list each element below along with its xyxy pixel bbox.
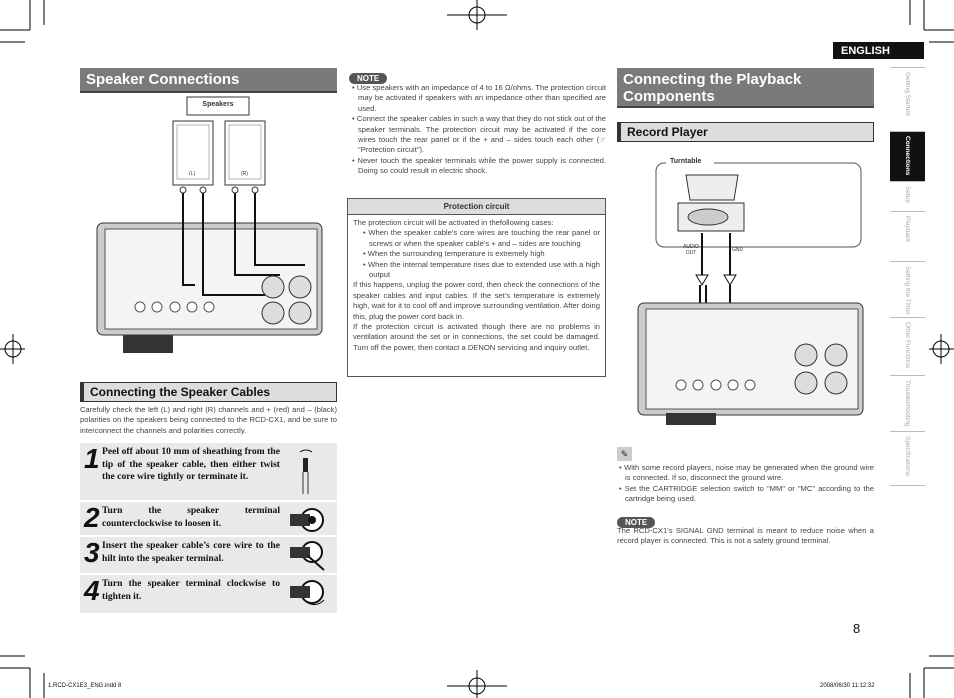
page-number: 8 (853, 621, 861, 636)
step-3: 3 Insert the speaker cable’s core wire to… (80, 537, 337, 575)
step-number: 4 (84, 575, 100, 606)
terminal-tighten-icon (290, 580, 325, 606)
audio-out-label: AUDIO OUT (683, 244, 699, 256)
language-tab: ENGLISH (833, 42, 924, 59)
tip-text: Set the CARTRIDGE selection switch to "M… (624, 483, 874, 504)
speaker-l-label: (L) (189, 171, 196, 177)
subsection-title-speaker-cables: Connecting the Speaker Cables (80, 382, 337, 402)
footer-date: 2008/06/30 11:12:32 (820, 683, 875, 689)
terminal-loosen-icon (290, 508, 324, 532)
footer-file: 1.RCD-CX1E3_ENG.indd 8 (48, 683, 122, 689)
turntable-label: Turntable (670, 158, 702, 165)
step-number: 2 (84, 502, 100, 533)
case-text: When the surrounding temperature is extr… (367, 249, 545, 259)
terminal-insert-icon (290, 541, 325, 571)
step-number: 3 (84, 537, 100, 568)
note-item: • Never touch the speaker terminals whil… (352, 155, 606, 176)
case-text: When the internal temperature rises due … (367, 259, 600, 280)
note-text: Never touch the speaker terminals while … (357, 155, 606, 176)
protection-paragraph: If the protection circuit is activated t… (353, 322, 600, 352)
speakers-label: Speakers (202, 101, 234, 108)
subsection-title-record-player: Record Player (617, 122, 874, 142)
note-text: Use speakers with an impedance of 4 to 1… (356, 83, 606, 113)
tip-text: With some record players, noise may be g… (624, 463, 874, 483)
chapter-tab-setup[interactable]: Setup (890, 182, 925, 212)
protection-intro: The protection circuit will be activated… (353, 218, 554, 227)
speaker-connection-diagram (96, 96, 323, 353)
section-title-speaker-connections: Speaker Connections (80, 68, 337, 93)
step-text: Turn the speaker terminal counterclockwi… (102, 505, 280, 529)
case-text: When the speaker cable’s core wires are … (368, 228, 600, 248)
protection-case: • When the speaker cable’s core wires ar… (363, 228, 600, 248)
step-4: 4 Turn the speaker terminal clockwise to … (80, 575, 337, 613)
protection-paragraph: If this happens, unplug the power cord, … (353, 280, 600, 321)
protection-circuit-box: Protection circuit The protection circui… (347, 198, 606, 377)
step-2: 2 Turn the speaker terminal counterclockw… (80, 502, 337, 537)
steps-list: 1 Peel off about 10 mm of sheathing from … (80, 443, 337, 613)
chapter-tab-specifications[interactable]: Specifications (890, 432, 925, 486)
step-text: Turn the speaker terminal clockwise to t… (102, 578, 280, 602)
speaker-r-label: (R) (241, 171, 248, 177)
step-number: 1 (84, 443, 100, 474)
chapter-tab-setting-the-timer[interactable]: Setting the Timer (890, 262, 925, 318)
speaker-notes: • Use speakers with an impedance of 4 to… (350, 83, 606, 177)
note-item: • Connect the speaker cables in such a w… (352, 114, 606, 155)
section-title-playback-components: Connecting the Playback Components (617, 68, 874, 108)
chapter-tab-other-functions[interactable]: Other Functions (890, 318, 925, 376)
step-text: Peel off about 10 mm of sheathing from t… (102, 446, 280, 482)
note-text: Connect the speaker cables in such a way… (356, 114, 606, 155)
chapter-tab-connections[interactable]: Connections (890, 132, 925, 182)
signal-gnd-note: The RCD-CX1’s SIGNAL GND terminal is mea… (617, 526, 874, 546)
tip-item: • With some record players, noise may be… (619, 463, 874, 483)
chapter-tab-troubleshooting[interactable]: Troubleshooting (890, 376, 925, 432)
pencil-icon: ✎ (617, 447, 632, 461)
speaker-cables-intro: Carefully check the left (L) and right (… (80, 405, 337, 435)
tip-item: • Set the CARTRIDGE selection switch to … (619, 483, 874, 504)
chapter-tab-getting-started[interactable]: Getting Started (890, 68, 925, 132)
cable-tip-icon (299, 449, 313, 494)
step-text: Insert the speaker cable’s core wire to … (102, 540, 280, 564)
protection-case: • When the surrounding temperature is ex… (363, 249, 545, 259)
step-1: 1 Peel off about 10 mm of sheathing from … (80, 443, 337, 502)
turntable-connection-diagram (637, 157, 864, 425)
chapter-tabs: Getting Started Connections Setup Playback S… (890, 67, 925, 486)
record-player-tips: • With some record players, noise may be… (617, 463, 874, 505)
protection-circuit-title: Protection circuit (348, 199, 605, 215)
note-item: • Use speakers with an impedance of 4 to… (352, 83, 606, 113)
gnd-label: GND (732, 247, 744, 253)
protection-case: • When the internal temperature rises du… (363, 259, 600, 280)
chapter-tab-playback[interactable]: Playback (890, 212, 925, 262)
